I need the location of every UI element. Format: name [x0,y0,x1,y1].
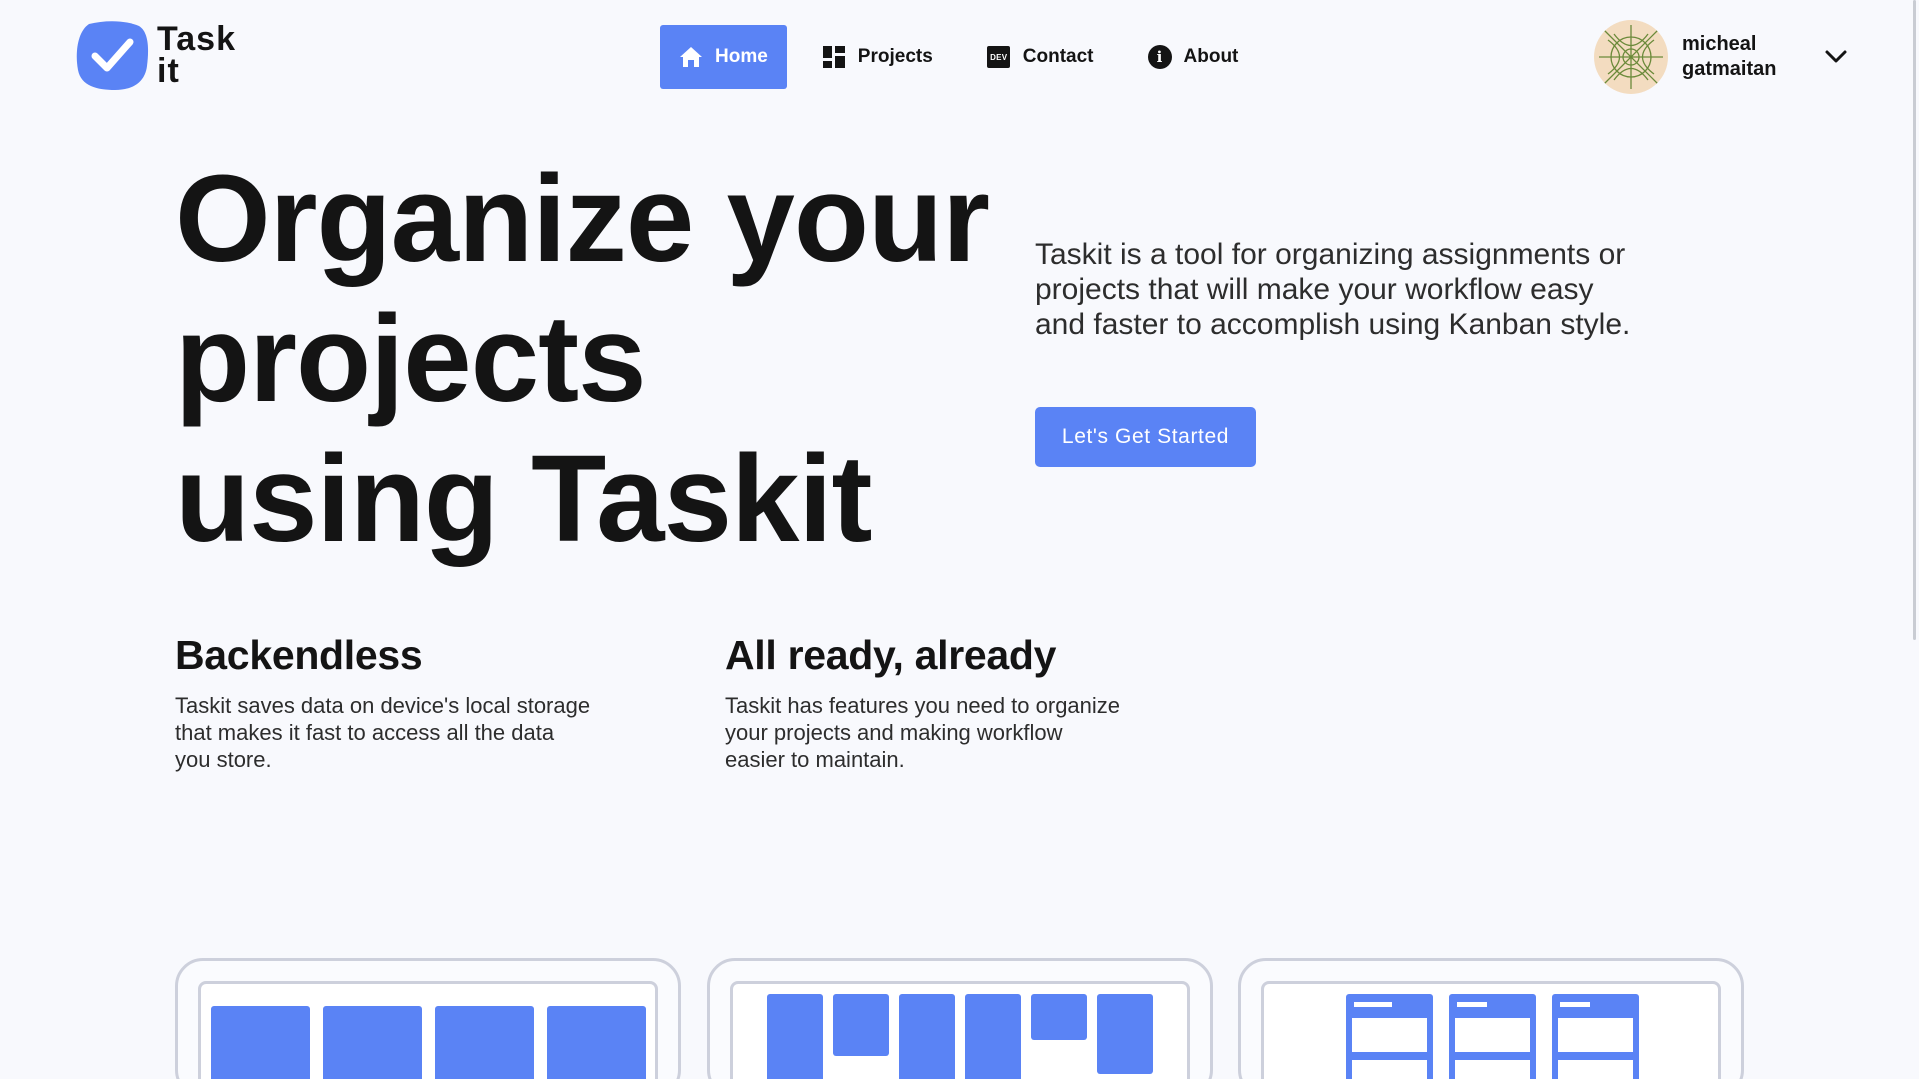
user-last-name: gatmaitan [1682,58,1777,80]
illustration-card-windows [1238,958,1744,1079]
illustration-block [211,1006,310,1079]
dev-badge-icon: DEV [987,45,1011,69]
card-screen [730,981,1190,1079]
window-stack-icon [1346,994,1639,1079]
illustration-block [1097,994,1153,1074]
hero-title: Organize your projects using Taskit [175,151,990,568]
logo-line-1: Task [157,20,236,58]
illustration-block [1031,994,1087,1040]
nav-projects-label: Projects [857,46,933,67]
avatar[interactable] [1594,20,1668,94]
illustration-block [767,994,823,1079]
grid-icon [822,45,846,69]
illustration-block [435,1006,534,1079]
info-icon: i [1147,45,1172,69]
nav-projects[interactable]: Projects [803,25,952,89]
feature-text: Taskit has features you need to organize… [725,693,1121,772]
illustration-card-columns [175,958,681,1079]
illustration-block [323,1006,422,1079]
illustration-block [547,1006,646,1079]
feature-backendless: Backendless Taskit saves data on device'… [175,630,595,773]
feature-all-ready: All ready, already Taskit has features y… [725,630,1125,773]
user-menu[interactable]: micheal gatmaitan [1594,20,1850,94]
feature-title: All ready, already [725,632,1057,678]
card-screen [198,981,658,1079]
card-screen [1261,981,1721,1079]
page: Task it Home Projects DEV Contact i Abou… [0,0,1919,1079]
hero-description: Taskit is a tool for organizing assignme… [1035,238,1631,341]
chevron-down-icon[interactable] [1822,43,1850,71]
nav-home-label: Home [715,46,768,67]
illustration-block [899,994,955,1079]
brand-logo[interactable]: Task it [75,18,236,92]
checkmark-badge-icon [76,21,149,90]
nav-home[interactable]: Home [660,25,787,89]
illustration-block [965,994,1021,1079]
main-nav: Home Projects DEV Contact i About [660,25,1273,89]
get-started-button[interactable]: Let's Get Started [1035,407,1256,467]
logo-wordmark: Task it [157,20,236,90]
scrollbar[interactable] [1913,0,1916,640]
nav-about[interactable]: i About [1129,25,1258,89]
nav-contact-label: Contact [1022,46,1094,67]
user-name: micheal gatmaitan [1682,32,1802,82]
illustration-block [833,994,889,1056]
illustration-card-kanban [707,958,1213,1079]
nav-about-label: About [1183,46,1239,67]
feature-text: Taskit saves data on device's local stor… [175,693,591,772]
user-first-name: micheal [1682,33,1757,55]
logo-line-2: it [157,52,180,90]
feature-title: Backendless [175,632,423,678]
home-icon [679,45,703,69]
nav-contact[interactable]: DEV Contact [968,25,1113,89]
